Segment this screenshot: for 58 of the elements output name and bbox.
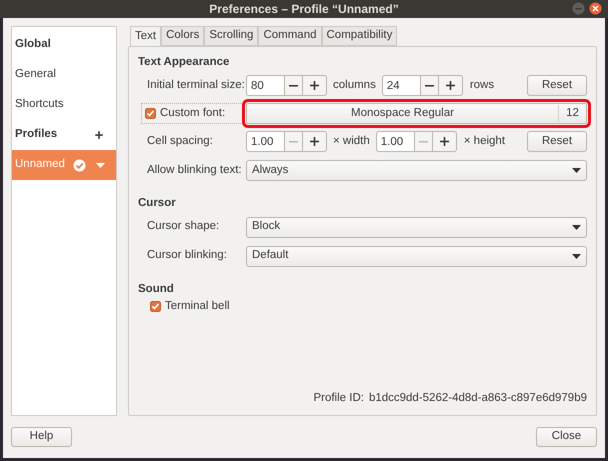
minus-icon: [418, 140, 428, 143]
sidebar-item[interactable]: Shortcuts: [12, 90, 116, 120]
field-label: Allow blinking text:: [146, 163, 243, 178]
decrement-button[interactable]: [284, 75, 303, 96]
sidebar-item[interactable]: Profiles +: [12, 120, 116, 150]
window-title: Preferences – Profile “Unnamed”: [209, 1, 399, 18]
dropdown[interactable]: Block: [246, 216, 587, 238]
unit-label: × height: [464, 134, 506, 150]
plus-icon: [310, 137, 319, 146]
number-field[interactable]: 24: [382, 75, 420, 96]
dropdown[interactable]: Always: [246, 160, 587, 182]
tab[interactable]: Scrolling: [204, 26, 258, 46]
tab[interactable]: Text: [130, 26, 162, 47]
minus-icon: [289, 140, 298, 143]
profile-id-label: Profile ID:: [313, 390, 364, 406]
increment-button[interactable]: [303, 131, 327, 152]
unit-label: rows: [470, 78, 494, 94]
unit-label: × width: [333, 134, 370, 150]
tab[interactable]: Compatibility: [322, 26, 398, 46]
profile-id-value: b1dcc9dd-5262-4d8d-a863-c897e6d979b9: [368, 390, 587, 406]
section-heading: Text Appearance: [138, 55, 230, 70]
plus-icon: [310, 81, 319, 90]
increment-button[interactable]: [438, 75, 463, 96]
field-label: Cell spacing:: [146, 134, 214, 150]
number-field[interactable]: 1.00: [246, 131, 284, 152]
dropdown-arrow-icon: [572, 254, 581, 258]
plus-icon: [440, 137, 449, 146]
unit-label: columns: [333, 78, 376, 94]
reset-button[interactable]: Reset: [527, 75, 587, 96]
add-profile-button[interactable]: +: [91, 128, 107, 142]
close-button[interactable]: Close: [536, 427, 597, 447]
sidebar-item[interactable]: Global: [12, 30, 116, 60]
field-label: Cursor blinking:: [146, 248, 228, 264]
close-icon: [589, 2, 602, 15]
number-field[interactable]: 80: [246, 75, 284, 96]
terminal-bell-checkbox[interactable]: Terminal bell: [150, 298, 230, 316]
plus-icon: [446, 81, 455, 90]
number-field[interactable]: 1.00: [376, 131, 414, 152]
sidebar-item[interactable]: General: [12, 60, 116, 90]
reset-button[interactable]: Reset: [527, 131, 587, 152]
section-heading: Sound: [138, 282, 175, 296]
dropdown-arrow-icon: [572, 168, 581, 174]
section-heading: Cursor: [138, 196, 177, 212]
help-button[interactable]: Help: [11, 427, 72, 447]
dropdown[interactable]: Default: [246, 246, 587, 266]
checkbox[interactable]: [145, 108, 156, 120]
decrement-button[interactable]: [420, 75, 439, 96]
dropdown-arrow-icon: [96, 162, 105, 168]
field-label: Initial terminal size:: [146, 78, 246, 94]
field-label: Cursor shape:: [146, 219, 220, 234]
checkbox[interactable]: [150, 301, 161, 312]
increment-button[interactable]: [432, 131, 457, 152]
dropdown-arrow-icon: [572, 224, 581, 230]
minus-icon: [289, 84, 298, 87]
increment-button[interactable]: [303, 75, 327, 96]
minus-icon: [424, 84, 434, 87]
tab[interactable]: Colors: [161, 26, 204, 46]
tab[interactable]: Command: [258, 26, 322, 46]
